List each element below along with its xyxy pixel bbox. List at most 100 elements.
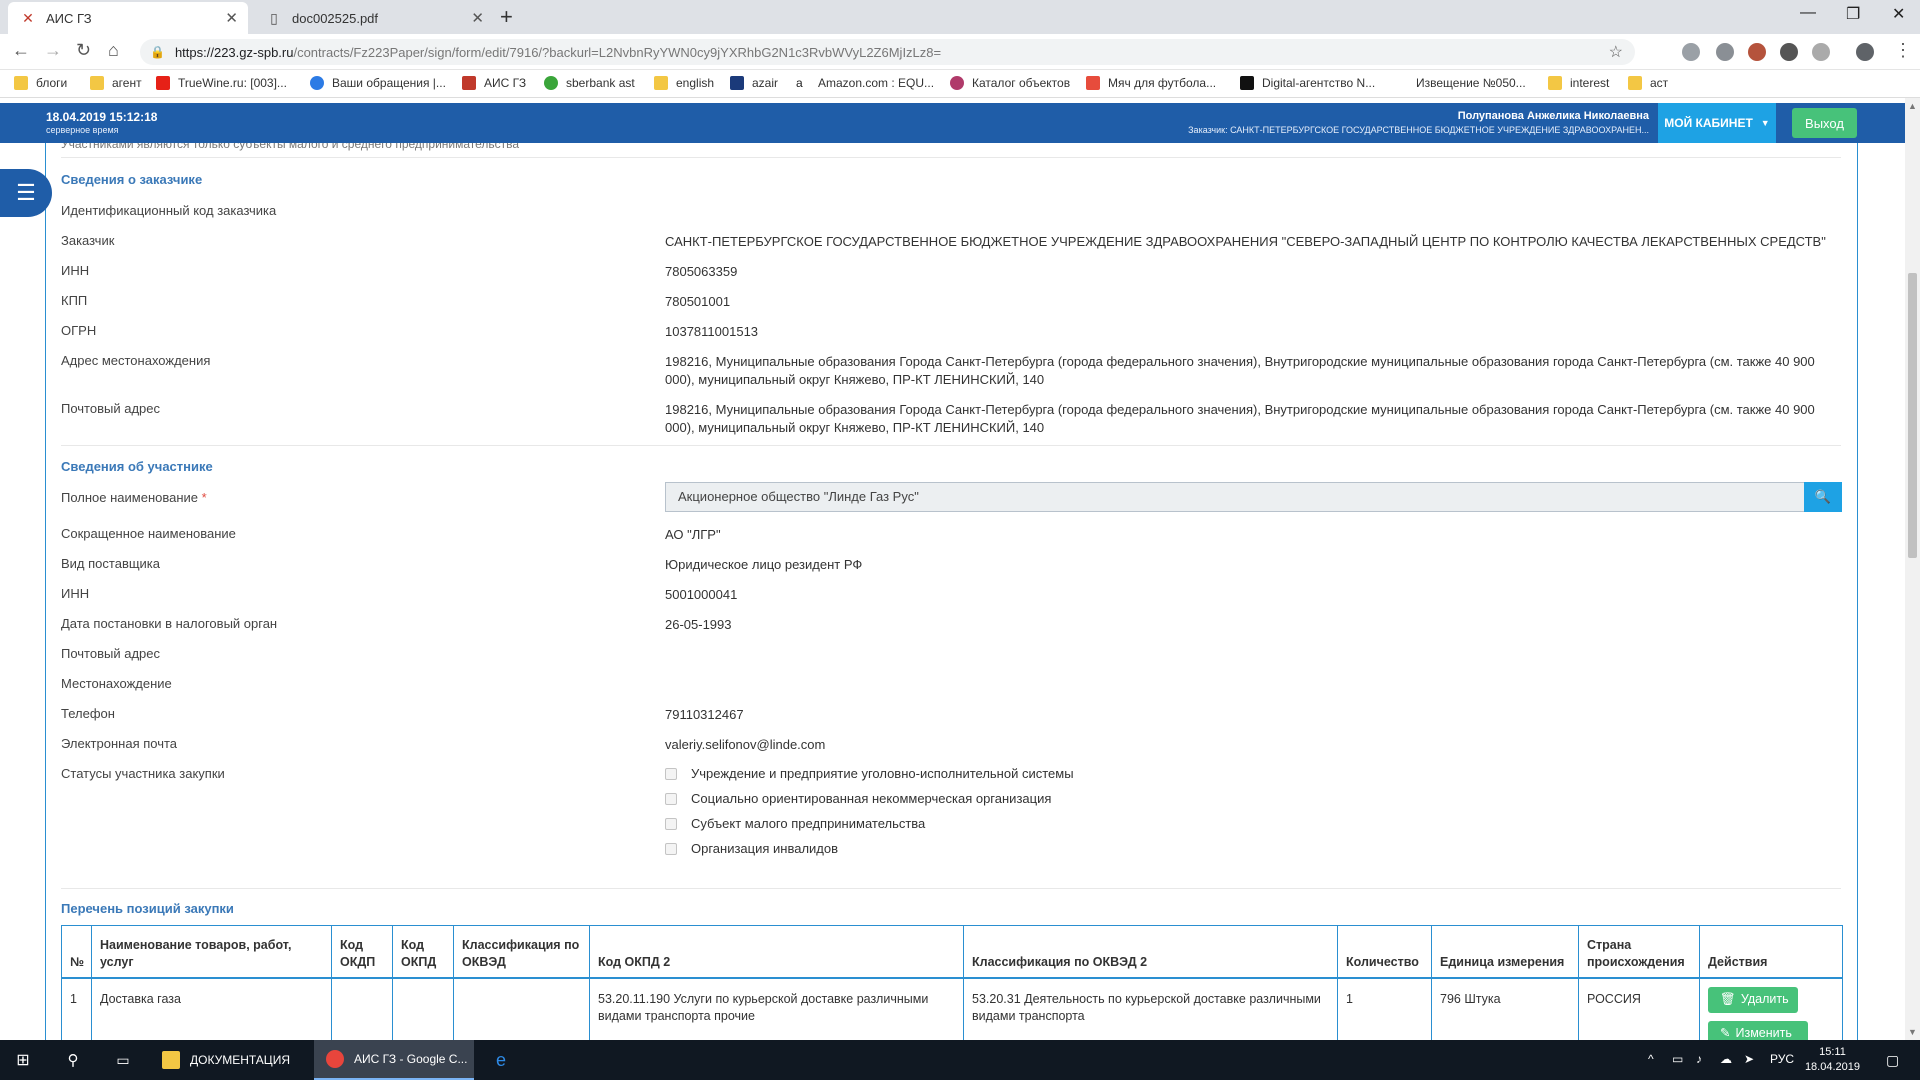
- scroll-up-icon[interactable]: ▲: [1908, 101, 1917, 111]
- status-checkbox-disabled-org[interactable]: Организация инвалидов: [665, 841, 838, 856]
- bookmark-item[interactable]: english: [654, 76, 714, 90]
- folder-icon: [90, 76, 104, 90]
- browser-tab-pdf[interactable]: ▯ doc002525.pdf ✕: [254, 2, 494, 34]
- catalog-icon: [950, 76, 964, 90]
- field-label: Адрес местонахождения: [61, 353, 211, 368]
- field-label: Почтовый адрес: [61, 401, 160, 416]
- address-bar[interactable]: 🔒 https://223.gz-spb.ru/contracts/Fz223P…: [140, 39, 1635, 65]
- scrollbar-thumb[interactable]: [1908, 273, 1917, 558]
- extension-cloud-icon[interactable]: [1682, 43, 1700, 61]
- task-view-icon[interactable]: ▭: [100, 1040, 146, 1080]
- cutoff-text: Участниками являются только субъекты мал…: [61, 143, 520, 151]
- checkbox[interactable]: [665, 842, 677, 855]
- reload-icon[interactable]: ↻: [76, 40, 91, 61]
- browser-tab-ais[interactable]: ✕ АИС ГЗ ✕: [8, 2, 248, 34]
- my-cabinet-button[interactable]: МОЙ КАБИНЕТ ▼: [1658, 103, 1776, 143]
- field-label: Дата постановки в налоговый орган: [61, 616, 278, 631]
- notifications-icon[interactable]: ▢: [1886, 1052, 1899, 1069]
- taskbar-app-documentation[interactable]: ДОКУМЕНТАЦИЯ: [150, 1040, 310, 1080]
- scroll-down-icon[interactable]: ▼: [1908, 1027, 1917, 1037]
- status-checkbox-penal[interactable]: Учреждение и предприятие уголовно-исполн…: [665, 766, 1074, 781]
- close-tab-icon[interactable]: ✕: [225, 9, 238, 27]
- extension-shield-icon[interactable]: [1716, 43, 1734, 61]
- bookmark-item[interactable]: Извещение №050...: [1394, 76, 1526, 90]
- windows-start-icon[interactable]: ⊞: [0, 1040, 46, 1080]
- checkbox[interactable]: [665, 817, 677, 830]
- bookmark-item[interactable]: interest: [1548, 76, 1609, 90]
- taskbar-app-chrome[interactable]: АИС ГЗ - Google C...: [314, 1040, 474, 1080]
- column-header: №: [61, 925, 92, 979]
- close-window-icon[interactable]: ✕: [1892, 4, 1905, 24]
- main-content: Участниками являются только субъекты мал…: [0, 143, 1905, 1040]
- customer-section-title: Сведения о заказчике: [61, 172, 203, 187]
- input-language[interactable]: РУС: [1770, 1052, 1794, 1066]
- bookmark-item[interactable]: аст: [1628, 76, 1668, 90]
- customer-name-value: САНКТ-ПЕТЕРБУРГСКОЕ ГОСУДАРСТВЕННОЕ БЮДЖ…: [665, 234, 1826, 249]
- side-menu-button[interactable]: ☰: [0, 169, 52, 217]
- search-icon[interactable]: ⚲: [50, 1040, 96, 1080]
- search-icon: 🔍: [1814, 489, 1832, 504]
- bookmark-item[interactable]: АИС ГЗ: [462, 76, 526, 90]
- column-header: Действия: [1699, 925, 1843, 979]
- extension-cast-icon[interactable]: [1812, 43, 1830, 61]
- back-icon[interactable]: ←: [12, 40, 30, 61]
- extension-camera-icon[interactable]: [1780, 43, 1798, 61]
- home-icon[interactable]: ⌂: [108, 40, 119, 61]
- network-icon[interactable]: ▭: [1672, 1052, 1683, 1066]
- customer-inn-value: 7805063359: [665, 264, 738, 279]
- telegram-icon[interactable]: ➤: [1744, 1052, 1754, 1066]
- delete-button[interactable]: 🗑 Удалить: [1708, 986, 1798, 1013]
- bookmark-item[interactable]: TrueWine.ru: [003]...: [156, 76, 287, 90]
- bookmark-item[interactable]: Digital-агентство N...: [1240, 76, 1375, 90]
- onedrive-icon[interactable]: ☁: [1720, 1052, 1732, 1066]
- column-header: Страна происхождения: [1578, 925, 1700, 979]
- trash-icon: 🗑: [1720, 992, 1736, 1006]
- form-frame: [45, 143, 1858, 1040]
- new-tab-icon[interactable]: +: [500, 4, 513, 30]
- table-header-row: № Наименование товаров, работ, услуг Код…: [61, 925, 1843, 979]
- column-header: Код ОКДП: [331, 925, 393, 979]
- sberbank-icon: [544, 76, 558, 90]
- status-checkbox-social[interactable]: Социально ориентированная некоммерческая…: [665, 791, 1051, 806]
- bookmark-item[interactable]: Каталог объектов: [950, 76, 1070, 90]
- internet-explorer-icon[interactable]: e: [478, 1040, 524, 1080]
- minimize-icon[interactable]: —: [1800, 4, 1816, 22]
- exit-button[interactable]: Выход: [1792, 108, 1857, 138]
- browser-tab-bar: ✕ АИС ГЗ ✕ ▯ doc002525.pdf ✕ + — ❐ ✕: [0, 0, 1920, 34]
- tray-chevron-icon[interactable]: ^: [1648, 1052, 1654, 1066]
- bookmark-item[interactable]: azair: [730, 76, 778, 90]
- bookmark-item[interactable]: блоги: [14, 76, 67, 90]
- bookmark-item[interactable]: агент: [90, 76, 142, 90]
- bookmark-item[interactable]: sberbank ast: [544, 76, 635, 90]
- system-clock[interactable]: 15:11 18.04.2019: [1805, 1045, 1860, 1075]
- forward-icon[interactable]: →: [44, 40, 62, 61]
- app-header: 18.04.2019 15:12:18 серверное время Полу…: [0, 103, 1905, 143]
- profile-icon[interactable]: [1856, 43, 1874, 61]
- status-checkbox-small-business[interactable]: Субъект малого предпринимательства: [665, 816, 925, 831]
- bookmark-item[interactable]: Мяч для футбола...: [1086, 76, 1216, 90]
- customer-ogrn-value: 1037811001513: [665, 324, 759, 339]
- field-label: ИНН: [61, 263, 90, 278]
- field-label: ОГРН: [61, 323, 97, 338]
- column-header: Классификация по ОКВЭД 2: [963, 925, 1338, 979]
- menu-dots-icon[interactable]: ⋮: [1894, 40, 1912, 61]
- field-label: КПП: [61, 293, 88, 308]
- globe-icon: [310, 76, 324, 90]
- azair-icon: [730, 76, 744, 90]
- restore-icon[interactable]: ❐: [1846, 4, 1860, 24]
- participant-inn-value: 5001000041: [665, 587, 738, 602]
- page-scrollbar[interactable]: ▲ ▼: [1905, 98, 1920, 1040]
- checkbox[interactable]: [665, 792, 677, 805]
- divider: [61, 888, 1841, 889]
- extension-avatar-icon[interactable]: [1748, 43, 1766, 61]
- close-tab-icon[interactable]: ✕: [471, 9, 484, 27]
- bookmark-item[interactable]: a Amazon.com : EQU...: [796, 76, 934, 90]
- participant-search-button[interactable]: 🔍: [1804, 482, 1842, 512]
- bookmark-star-icon[interactable]: ☆: [1609, 42, 1623, 62]
- participant-full-name-input[interactable]: Акционерное общество "Линде Газ Рус": [665, 482, 1805, 512]
- volume-icon[interactable]: ♪: [1696, 1052, 1702, 1066]
- bookmark-item[interactable]: Ваши обращения |...: [310, 76, 446, 90]
- checkbox[interactable]: [665, 767, 677, 780]
- phone-value: 79110312467: [665, 707, 744, 722]
- folder-icon: [14, 76, 28, 90]
